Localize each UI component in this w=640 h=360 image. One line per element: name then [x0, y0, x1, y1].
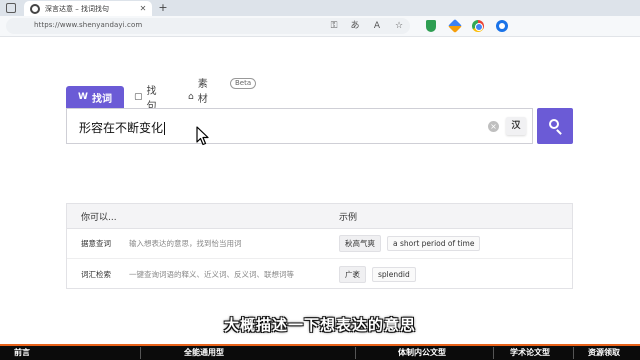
example-chip[interactable]: 广袤 [339, 265, 366, 283]
example-chip[interactable]: 秋高气爽 [339, 235, 381, 252]
chapter-preface[interactable]: 前言 [14, 347, 30, 358]
library-icon: ⌂ [188, 92, 194, 102]
shield-icon[interactable] [426, 20, 436, 32]
url-text[interactable]: https://www.shenyandayi.com [34, 21, 142, 29]
example-chip[interactable]: a short period of time [387, 236, 481, 251]
translate-icon[interactable]: あ [348, 19, 362, 33]
chrome-icon[interactable] [472, 20, 484, 32]
search-icon [549, 119, 559, 129]
chapter-general[interactable]: 全能通用型 [184, 347, 224, 358]
blue-circle-icon[interactable] [496, 20, 508, 32]
table-header: 你可以... 示例 [67, 204, 572, 229]
chapter-bar: 前言 全能通用型 体制内公文型 学术论文型 资源领取 [0, 344, 640, 360]
tab-material-library[interactable]: ⌂ 素材库 [188, 79, 208, 120]
mouse-cursor-icon [196, 126, 209, 146]
read-aloud-icon[interactable]: A [370, 19, 384, 33]
tab-find-word[interactable]: W 找词 [66, 86, 124, 108]
video-subtitle: 大概描述一下想表达的意思 [223, 316, 416, 334]
row-feature-name: 据意查词 [81, 239, 111, 248]
site-favicon-icon [30, 3, 40, 14]
examples-table: 你可以... 示例 据意查词 输入想表达的意思，找到恰当用词 秋高气爽 a sh… [66, 203, 573, 289]
row-feature-name: 词汇检索 [81, 269, 111, 279]
tab-title: 深言达意 – 找词找句 [45, 4, 109, 13]
row-examples: 秋高气爽 a short period of time [339, 229, 481, 258]
tab-find-sentence[interactable]: ▢ 找句 [134, 86, 157, 112]
chapter-resources[interactable]: 资源领取 [588, 347, 620, 358]
text-caret [164, 122, 166, 135]
table-row: 词汇检索 一键查询词语的释义、近义词、反义词、联想词等 广袤 splendid [67, 259, 572, 289]
browser-tab[interactable]: 深言达意 – 找词找句 ✕ [24, 1, 152, 16]
favorite-icon[interactable]: ☆ [392, 19, 406, 33]
row-examples: 广袤 splendid [339, 259, 416, 289]
word-icon: W [78, 92, 88, 102]
divider [493, 347, 494, 359]
search-button[interactable] [537, 108, 573, 144]
search-query-text[interactable]: 形容在不断变化 [79, 119, 166, 136]
browser-toolbar: https://www.shenyandayi.com ⚿ あ A ☆ [0, 16, 640, 37]
divider [355, 347, 356, 359]
row-description: 一键查询词语的释义、近义词、反义词、联想词等 [129, 269, 294, 279]
tab-close-icon[interactable]: ✕ [138, 4, 148, 13]
header-you-can: 你可以... [81, 212, 117, 223]
tab-label: 找词 [91, 93, 112, 105]
tab-actions-icon[interactable] [6, 3, 16, 13]
chapter-academic[interactable]: 学术论文型 [510, 347, 550, 358]
clear-icon[interactable]: × [488, 121, 499, 132]
divider [573, 347, 574, 359]
row-description: 输入想表达的意思，找到恰当用词 [129, 239, 242, 248]
search-input[interactable]: 形容在不断变化 × 汉 [66, 108, 533, 144]
beta-badge: Beta [230, 78, 257, 89]
sentence-icon: ▢ [134, 92, 143, 102]
table-row: 据意查词 输入想表达的意思，找到恰当用词 秋高气爽 a short period… [67, 229, 572, 259]
browser-tab-bar: 深言达意 – 找词找句 ✕ + [0, 0, 640, 16]
key-icon[interactable]: ⚿ [327, 19, 341, 33]
language-toggle-button[interactable]: 汉 [506, 117, 526, 135]
divider [140, 347, 141, 359]
example-chip[interactable]: splendid [372, 266, 416, 282]
new-tab-button[interactable]: + [157, 1, 169, 15]
header-examples: 示例 [339, 212, 358, 223]
chapter-official-doc[interactable]: 体制内公文型 [398, 347, 446, 358]
